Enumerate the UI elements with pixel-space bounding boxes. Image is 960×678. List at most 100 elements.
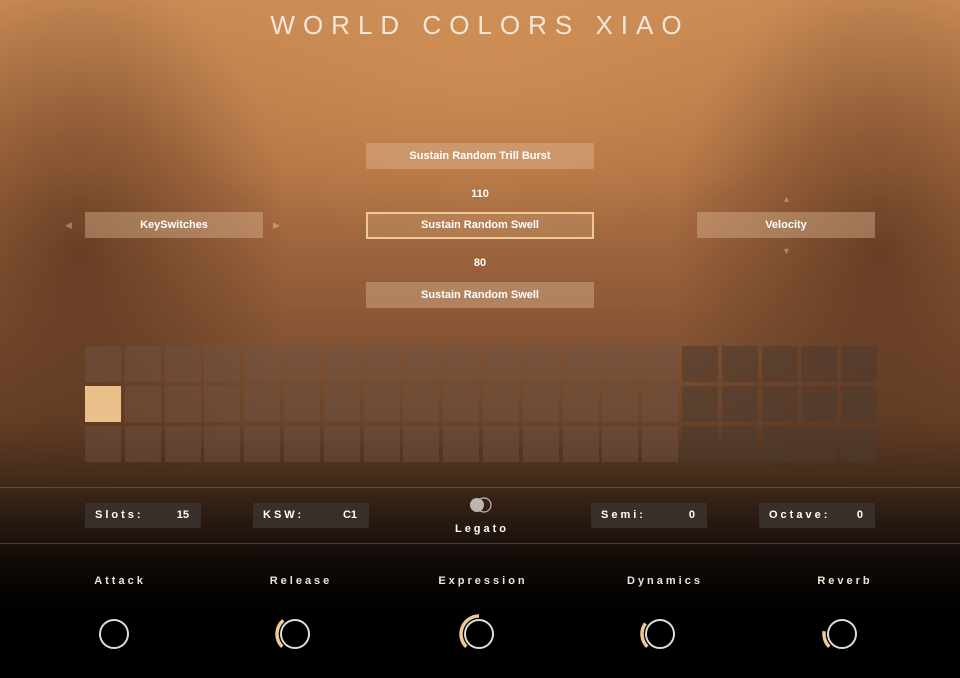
slot-cell[interactable] (642, 346, 678, 382)
slots-label: Slots: (95, 509, 144, 521)
slot-cell[interactable] (204, 346, 240, 382)
slot-cell[interactable] (165, 346, 201, 382)
slot-cell[interactable] (244, 386, 280, 422)
slot-cell[interactable] (85, 346, 121, 382)
slot-cell[interactable] (682, 346, 718, 382)
release-label: Release (269, 575, 333, 587)
octave-label: Octave: (769, 509, 831, 521)
slot-cell[interactable] (125, 386, 161, 422)
slot-cell[interactable] (801, 346, 837, 382)
semi-field[interactable]: Semi: 0 (591, 503, 707, 528)
keyswitches-selector[interactable]: KeySwitches (85, 212, 263, 238)
expression-knob[interactable] (457, 612, 501, 656)
slot-cell[interactable] (602, 426, 638, 462)
slot-cell[interactable] (324, 386, 360, 422)
slot-cell[interactable] (85, 386, 121, 422)
instrument-title: WORLD COLORS XIAO (270, 10, 690, 40)
ksw-label: KSW: (263, 509, 305, 521)
slot-cell[interactable] (284, 426, 320, 462)
slot-cell[interactable] (165, 426, 201, 462)
slot-cell[interactable] (364, 386, 400, 422)
slot-cell[interactable] (125, 346, 161, 382)
slots-value: 15 (176, 509, 189, 521)
ksw-field[interactable]: KSW: C1 (253, 503, 369, 528)
divider-bottom (0, 543, 960, 544)
knob-ring (645, 619, 675, 649)
slot-cell[interactable] (85, 426, 121, 462)
down-arrow-icon[interactable]: ▼ (782, 246, 791, 256)
slot-cell[interactable] (204, 426, 240, 462)
slot-cell[interactable] (602, 386, 638, 422)
slot-cell[interactable] (443, 386, 479, 422)
knob-ring (99, 619, 129, 649)
legato-toggle-icon[interactable] (468, 497, 494, 513)
attack-knob[interactable] (92, 612, 136, 656)
slot-cell[interactable] (165, 386, 201, 422)
slot-cell[interactable] (841, 386, 877, 422)
dynamics-label: Dynamics (627, 575, 703, 587)
octave-field[interactable]: Octave: 0 (759, 503, 875, 528)
slot-cell[interactable] (443, 346, 479, 382)
knob-ring (827, 619, 857, 649)
slot-cell[interactable] (364, 426, 400, 462)
slot-cell[interactable] (483, 386, 519, 422)
slot-cell[interactable] (722, 426, 758, 462)
slot-cell[interactable] (403, 426, 439, 462)
ksw-value: C1 (342, 509, 357, 521)
knob-ring (280, 619, 310, 649)
slot-cell[interactable] (483, 346, 519, 382)
slot-cell[interactable] (682, 386, 718, 422)
attack-label: Attack (94, 575, 146, 587)
articulation-lower-value: 80 (473, 257, 487, 269)
velocity-selector[interactable]: Velocity (697, 212, 875, 238)
up-arrow-icon[interactable]: ▲ (782, 194, 791, 204)
slot-cell[interactable] (125, 426, 161, 462)
slot-cell[interactable] (642, 386, 678, 422)
semi-label: Semi: (601, 509, 646, 521)
right-arrow-icon[interactable]: ▶ (273, 220, 280, 231)
slot-cell[interactable] (284, 346, 320, 382)
slot-cell[interactable] (762, 426, 798, 462)
slot-cell[interactable] (244, 346, 280, 382)
slot-cell[interactable] (801, 386, 837, 422)
slot-cell[interactable] (602, 346, 638, 382)
articulation-current-button[interactable]: Sustain Random Swell (366, 212, 594, 239)
slot-cell[interactable] (642, 426, 678, 462)
articulation-upper-button[interactable]: Sustain Random Trill Burst (366, 143, 594, 169)
slot-cell[interactable] (762, 346, 798, 382)
release-knob[interactable] (273, 612, 317, 656)
reverb-knob[interactable] (820, 612, 864, 656)
slot-cell[interactable] (244, 426, 280, 462)
slot-cell[interactable] (563, 386, 599, 422)
slot-cell[interactable] (284, 386, 320, 422)
slots-field[interactable]: Slots: 15 (85, 503, 201, 528)
left-arrow-icon[interactable]: ◀ (65, 220, 72, 231)
slot-cell[interactable] (722, 346, 758, 382)
dynamics-knob[interactable] (638, 612, 682, 656)
divider-top (0, 487, 960, 488)
legato-label: Legato (454, 523, 510, 535)
slot-cell[interactable] (204, 386, 240, 422)
slot-cell[interactable] (403, 346, 439, 382)
slot-cell[interactable] (364, 346, 400, 382)
slot-cell[interactable] (841, 426, 877, 462)
slot-cell[interactable] (563, 346, 599, 382)
articulation-upper-value: 110 (471, 188, 489, 200)
slot-cell[interactable] (523, 386, 559, 422)
slot-cell[interactable] (841, 346, 877, 382)
slot-cell[interactable] (324, 426, 360, 462)
expression-label: Expression (438, 575, 528, 587)
articulation-lower-button[interactable]: Sustain Random Swell (366, 282, 594, 308)
slot-cell[interactable] (722, 386, 758, 422)
slot-cell[interactable] (523, 346, 559, 382)
slot-cell[interactable] (403, 386, 439, 422)
slot-cell[interactable] (483, 426, 519, 462)
slot-cell[interactable] (762, 386, 798, 422)
knob-ring (464, 619, 494, 649)
slot-cell[interactable] (523, 426, 559, 462)
slot-cell[interactable] (563, 426, 599, 462)
slot-cell[interactable] (801, 426, 837, 462)
slot-cell[interactable] (324, 346, 360, 382)
slot-cell[interactable] (682, 426, 718, 462)
slot-cell[interactable] (443, 426, 479, 462)
